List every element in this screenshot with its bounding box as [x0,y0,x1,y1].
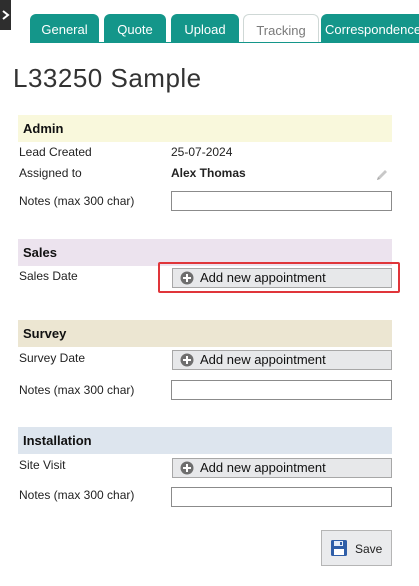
admin-notes-label: Notes (max 300 char) [19,194,135,208]
survey-notes-label: Notes (max 300 char) [19,383,135,397]
assigned-to-label: Assigned to [19,166,82,180]
save-button[interactable]: Save [321,530,392,566]
sales-date-label: Sales Date [19,269,78,283]
page-title: L33250 Sample [13,63,202,93]
site-visit-label: Site Visit [19,458,66,472]
tab-correspondence[interactable]: Correspondence [321,14,419,43]
lead-created-value: 25-07-2024 [171,145,233,159]
chevron-right-icon [2,10,10,20]
plus-circle-icon [180,353,194,367]
assigned-to-value: Alex Thomas [171,166,246,180]
highlight-box [158,262,400,293]
installation-section-header: Installation [18,427,392,454]
plus-circle-icon [180,461,194,475]
floppy-disk-icon [331,540,347,556]
survey-date-label: Survey Date [19,351,86,365]
survey-section-header: Survey [18,320,392,347]
survey-add-appointment-label: Add new appointment [200,352,326,367]
admin-notes-input[interactable] [171,191,392,211]
installation-add-appointment-button[interactable]: Add new appointment [172,458,392,478]
tab-general[interactable]: General [30,14,99,43]
survey-notes-input[interactable] [171,380,392,400]
admin-section-header: Admin [18,115,392,142]
tab-bar: General Quote Upload Tracking Correspond… [30,14,419,43]
save-label: Save [355,542,383,556]
lead-created-label: Lead Created [19,145,92,159]
tab-underline [30,42,419,43]
tab-quote[interactable]: Quote [104,14,166,43]
tab-upload[interactable]: Upload [171,14,239,43]
survey-add-appointment-button[interactable]: Add new appointment [172,350,392,370]
installation-add-appointment-label: Add new appointment [200,460,326,475]
pencil-icon[interactable] [375,168,389,182]
tab-tracking[interactable]: Tracking [243,14,319,43]
installation-notes-label: Notes (max 300 char) [19,488,135,502]
sidebar-toggle-button[interactable] [0,0,11,30]
installation-notes-input[interactable] [171,487,392,507]
